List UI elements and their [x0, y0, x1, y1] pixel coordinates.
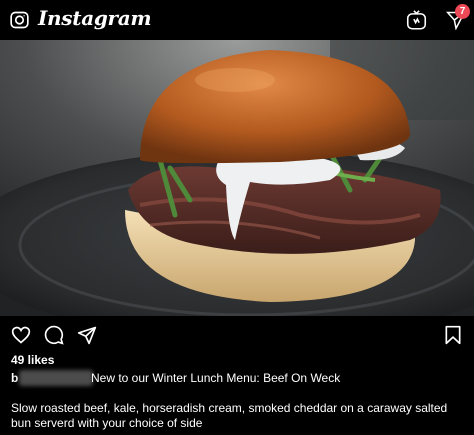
- comment-icon[interactable]: [44, 325, 64, 345]
- likes-count[interactable]: 49 likes: [11, 353, 54, 367]
- igtv-icon[interactable]: [406, 9, 427, 31]
- caption-title: New to our Winter Lunch Menu: Beef On We…: [91, 371, 341, 385]
- save-icon[interactable]: [444, 325, 462, 345]
- post-image[interactable]: [0, 40, 474, 316]
- caption-headline: b New to our Winter Lunch Menu: Beef On …: [11, 370, 340, 386]
- caption-username[interactable]: b: [11, 370, 93, 386]
- redacted-username: [19, 370, 93, 386]
- like-icon[interactable]: [11, 325, 31, 345]
- dm-badge: 7: [455, 4, 470, 19]
- top-bar: Instagram 7: [0, 0, 474, 40]
- share-icon[interactable]: [77, 325, 97, 345]
- camera-icon[interactable]: [9, 10, 30, 30]
- post-action-row: [0, 316, 474, 352]
- caption-body: Slow roasted beef, kale, horseradish cre…: [11, 401, 448, 430]
- app-wordmark: Instagram: [38, 6, 152, 30]
